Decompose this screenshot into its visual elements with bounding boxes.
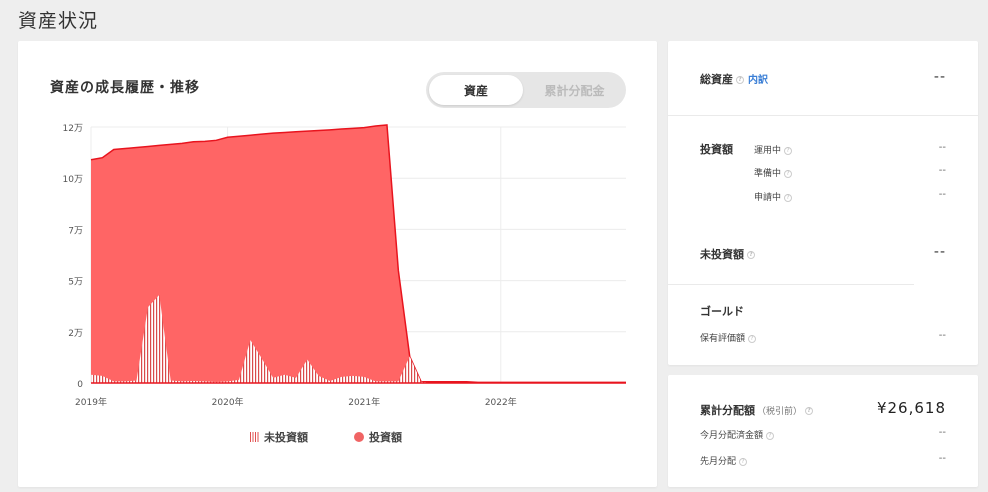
this-month-distribution-label: 今月分配済金額 xyxy=(700,431,764,441)
info-icon[interactable]: ? xyxy=(784,193,793,202)
investment-preparing-value: -- xyxy=(938,165,946,176)
info-icon[interactable]: ? xyxy=(739,457,748,466)
legend-hatch-swatch xyxy=(250,432,259,442)
gold-valuation-value: -- xyxy=(938,330,946,341)
page-title: 資産状況 xyxy=(18,10,99,32)
last-month-distribution-value: -- xyxy=(938,453,946,464)
tax-note: （税引前） xyxy=(757,407,803,417)
gold-valuation-label: 保有評価額 xyxy=(700,334,746,344)
x-tick-label: 2022年 xyxy=(485,396,517,408)
total-assets-label: 総資産 xyxy=(700,73,733,86)
this-month-distribution-row: 今月分配済金額? xyxy=(700,428,775,441)
x-tick-label: 2019年 xyxy=(75,396,107,408)
cumulative-distribution-label: 累計分配額 xyxy=(700,404,755,417)
investment-preparing-row: 準備中? xyxy=(754,166,793,179)
info-icon[interactable]: ? xyxy=(784,169,793,178)
investment-label: 投資額 xyxy=(700,143,733,156)
x-tick-label: 2021年 xyxy=(348,396,380,408)
last-month-distribution-label: 先月分配 xyxy=(700,457,737,467)
y-tick-label: 10万 xyxy=(63,175,83,185)
y-tick-label: 5万 xyxy=(68,278,83,288)
info-icon[interactable]: ? xyxy=(748,334,757,343)
info-icon[interactable]: ? xyxy=(784,146,793,155)
investment-applying-label: 申請中 xyxy=(754,193,782,203)
info-icon[interactable]: ? xyxy=(766,431,775,440)
y-tick-label: 0 xyxy=(77,380,83,390)
legend-label-invested: 投資額 xyxy=(369,431,402,444)
asset-summary-card: 総資産? 内訳 -- 投資額 運用中? -- 準備中? -- 申請中? -- 未投… xyxy=(668,41,978,365)
investment-applying-row: 申請中? xyxy=(754,190,793,203)
y-tick-label: 12万 xyxy=(63,124,83,134)
asset-chart-card: 資産の成長履歴・推移 資産 累計分配金 0 2万 5万 7万 10万 12万 2019年 20… xyxy=(18,41,657,487)
series-invested-area xyxy=(91,124,626,384)
breakdown-link[interactable]: 内訳 xyxy=(748,75,768,86)
gold-label: ゴールド xyxy=(700,305,744,318)
investment-applying-value: -- xyxy=(938,189,946,200)
investment-running-value: -- xyxy=(938,142,946,153)
info-icon[interactable]: ? xyxy=(805,407,814,415)
investment-running-label: 運用中 xyxy=(754,146,782,156)
distribution-card: 累計分配額 （税引前）? ¥26,618 今月分配済金額? -- 先月分配? -- xyxy=(668,375,978,487)
last-month-distribution-row: 先月分配? xyxy=(700,454,748,467)
y-tick-label: 7万 xyxy=(68,226,83,236)
legend-dot-swatch xyxy=(354,432,364,442)
info-icon[interactable]: ? xyxy=(747,251,755,259)
legend-label-uninvested: 未投資額 xyxy=(264,431,308,444)
cumulative-distribution-row: 累計分配額 （税引前）? xyxy=(700,402,814,418)
uninvested-label: 未投資額 xyxy=(700,248,744,261)
asset-growth-chart: 0 2万 5万 7万 10万 12万 2019年 2020年 2021年 2022年 xyxy=(63,124,626,408)
divider xyxy=(668,115,978,116)
y-tick-label: 2万 xyxy=(68,329,83,339)
total-assets-value: -- xyxy=(933,69,946,85)
this-month-distribution-value: -- xyxy=(938,427,946,438)
legend-item-uninvested[interactable]: 未投資額 xyxy=(250,429,308,445)
uninvested-value: -- xyxy=(933,244,946,260)
divider xyxy=(668,284,914,285)
cumulative-distribution-value: ¥26,618 xyxy=(876,399,946,417)
investment-running-row: 運用中? xyxy=(754,143,793,156)
uninvested-row: 未投資額? xyxy=(700,246,755,262)
x-tick-label: 2020年 xyxy=(212,396,244,408)
gold-valuation-row: 保有評価額? xyxy=(700,331,757,344)
legend-item-invested[interactable]: 投資額 xyxy=(354,429,402,445)
total-assets-row: 総資産? 内訳 xyxy=(700,71,768,87)
info-icon[interactable]: ? xyxy=(736,76,744,84)
investment-preparing-label: 準備中 xyxy=(754,169,782,179)
